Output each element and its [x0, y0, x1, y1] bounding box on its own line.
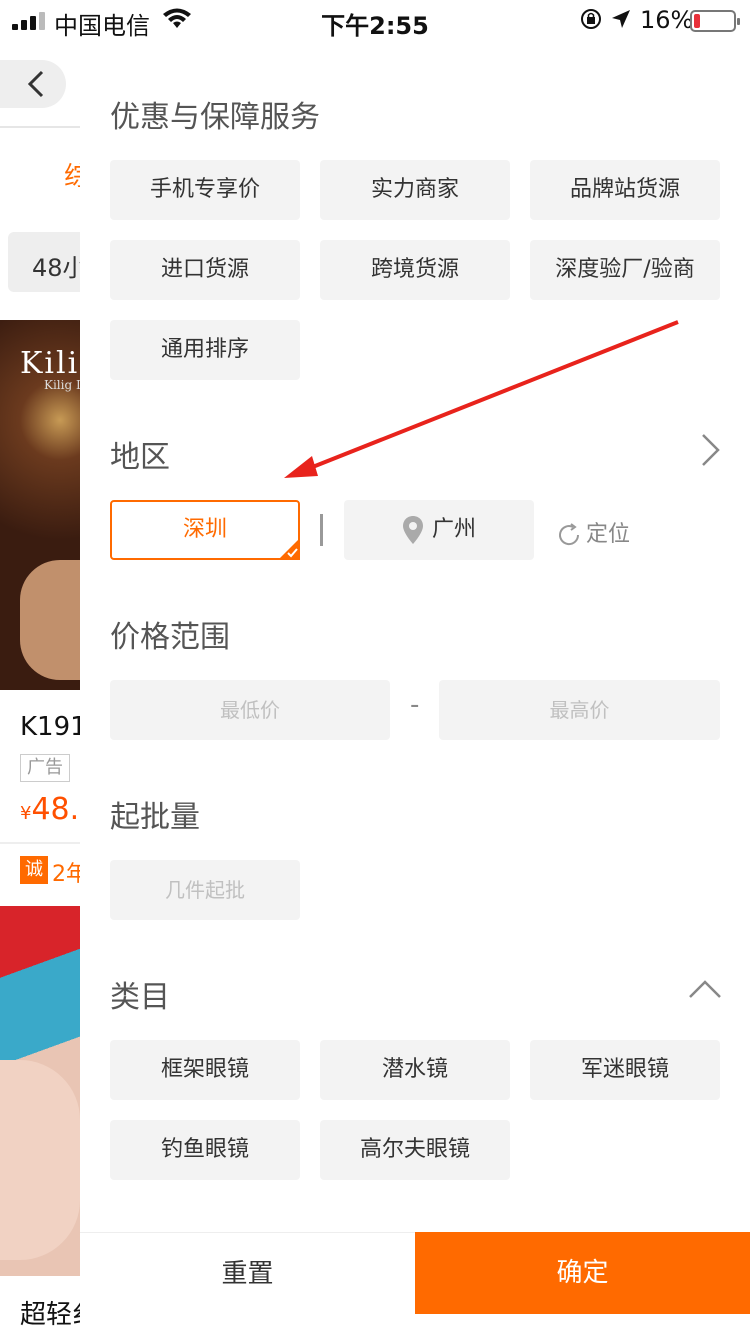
- confirm-button[interactable]: 确定: [415, 1232, 750, 1314]
- min-order-input[interactable]: [110, 860, 300, 920]
- max-price-input[interactable]: [439, 680, 720, 740]
- section-title-region: 地区: [110, 440, 170, 475]
- cheng-badge: 诚: [20, 856, 48, 884]
- chip-mobile-price[interactable]: 手机专享价: [110, 160, 300, 220]
- back-button[interactable]: [0, 60, 66, 108]
- region-separator: [320, 514, 323, 546]
- battery-percent: 16%: [640, 6, 694, 34]
- relocate-button[interactable]: 定位: [556, 516, 630, 548]
- chip-general-sort[interactable]: 通用排序: [110, 320, 300, 380]
- location-pin-icon: [402, 516, 423, 544]
- product-title[interactable]: 超轻纟: [20, 1294, 80, 1331]
- section-title-category: 类目: [110, 980, 170, 1015]
- tab-comprehensive[interactable]: 综: [64, 156, 80, 193]
- product-brand: Kilig: [20, 346, 80, 381]
- chevron-left-icon: [27, 70, 44, 98]
- min-price-input[interactable]: [110, 680, 390, 740]
- chip-import-source[interactable]: 进口货源: [110, 240, 300, 300]
- divider: [0, 126, 80, 128]
- ad-badge: 广告: [20, 754, 70, 782]
- reset-button[interactable]: 重置: [80, 1232, 415, 1314]
- product-title[interactable]: K191: [20, 712, 80, 742]
- refresh-icon: [559, 523, 580, 546]
- chip-category-military[interactable]: 军迷眼镜: [530, 1040, 720, 1100]
- chip-region-selected[interactable]: 深圳: [110, 500, 300, 560]
- background-page: 综 48小 Kilig Kilig L K191 广告 ¥48. 诚 2年 超轻…: [0, 0, 80, 1334]
- chip-category-golf[interactable]: 高尔夫眼镜: [320, 1120, 510, 1180]
- location-arrow-icon: [612, 10, 630, 28]
- years-label: 2年: [52, 862, 80, 887]
- chip-category-fishing[interactable]: 钓鱼眼镜: [110, 1120, 300, 1180]
- chip-strong-merchant[interactable]: 实力商家: [320, 160, 510, 220]
- product-image-detail: [20, 560, 80, 680]
- chip-label: 深圳: [182, 517, 227, 542]
- divider: [0, 842, 80, 844]
- product-price: ¥48.: [20, 792, 79, 827]
- status-bar: 中国电信 下午2:55 16%: [0, 0, 750, 40]
- relocate-label: 定位: [586, 522, 631, 547]
- price-value: 48.: [31, 792, 80, 827]
- price-separator: -: [410, 690, 420, 720]
- filter-48h[interactable]: 48小: [8, 232, 80, 292]
- orientation-lock-icon: [581, 9, 601, 29]
- clock: 下午2:55: [321, 12, 429, 40]
- product-brand-sub: Kilig L: [44, 378, 80, 392]
- chevron-right-icon[interactable]: [700, 432, 722, 468]
- filter-panel: 优惠与保障服务 手机专享价 实力商家 品牌站货源 进口货源 跨境货源 深度验厂/…: [80, 0, 750, 1334]
- chip-category-diving[interactable]: 潜水镜: [320, 1040, 510, 1100]
- product-image-detail: [0, 1060, 80, 1260]
- section-title-min-order: 起批量: [110, 800, 200, 835]
- chip-label: 广州: [431, 517, 476, 542]
- chip-category-frames[interactable]: 框架眼镜: [110, 1040, 300, 1100]
- section-title-service: 优惠与保障服务: [110, 100, 320, 135]
- check-icon: [278, 538, 300, 560]
- chip-factory-inspection[interactable]: 深度验厂/验商: [530, 240, 720, 300]
- chip-brand-source[interactable]: 品牌站货源: [530, 160, 720, 220]
- section-title-price: 价格范围: [110, 620, 230, 655]
- chevron-up-icon[interactable]: [688, 978, 722, 1000]
- panel-footer: 重置 确定: [80, 1232, 750, 1314]
- chip-located-city[interactable]: 广州: [344, 500, 534, 560]
- currency-symbol: ¥: [20, 803, 32, 824]
- battery-icon: [690, 10, 740, 32]
- chip-crossborder-source[interactable]: 跨境货源: [320, 240, 510, 300]
